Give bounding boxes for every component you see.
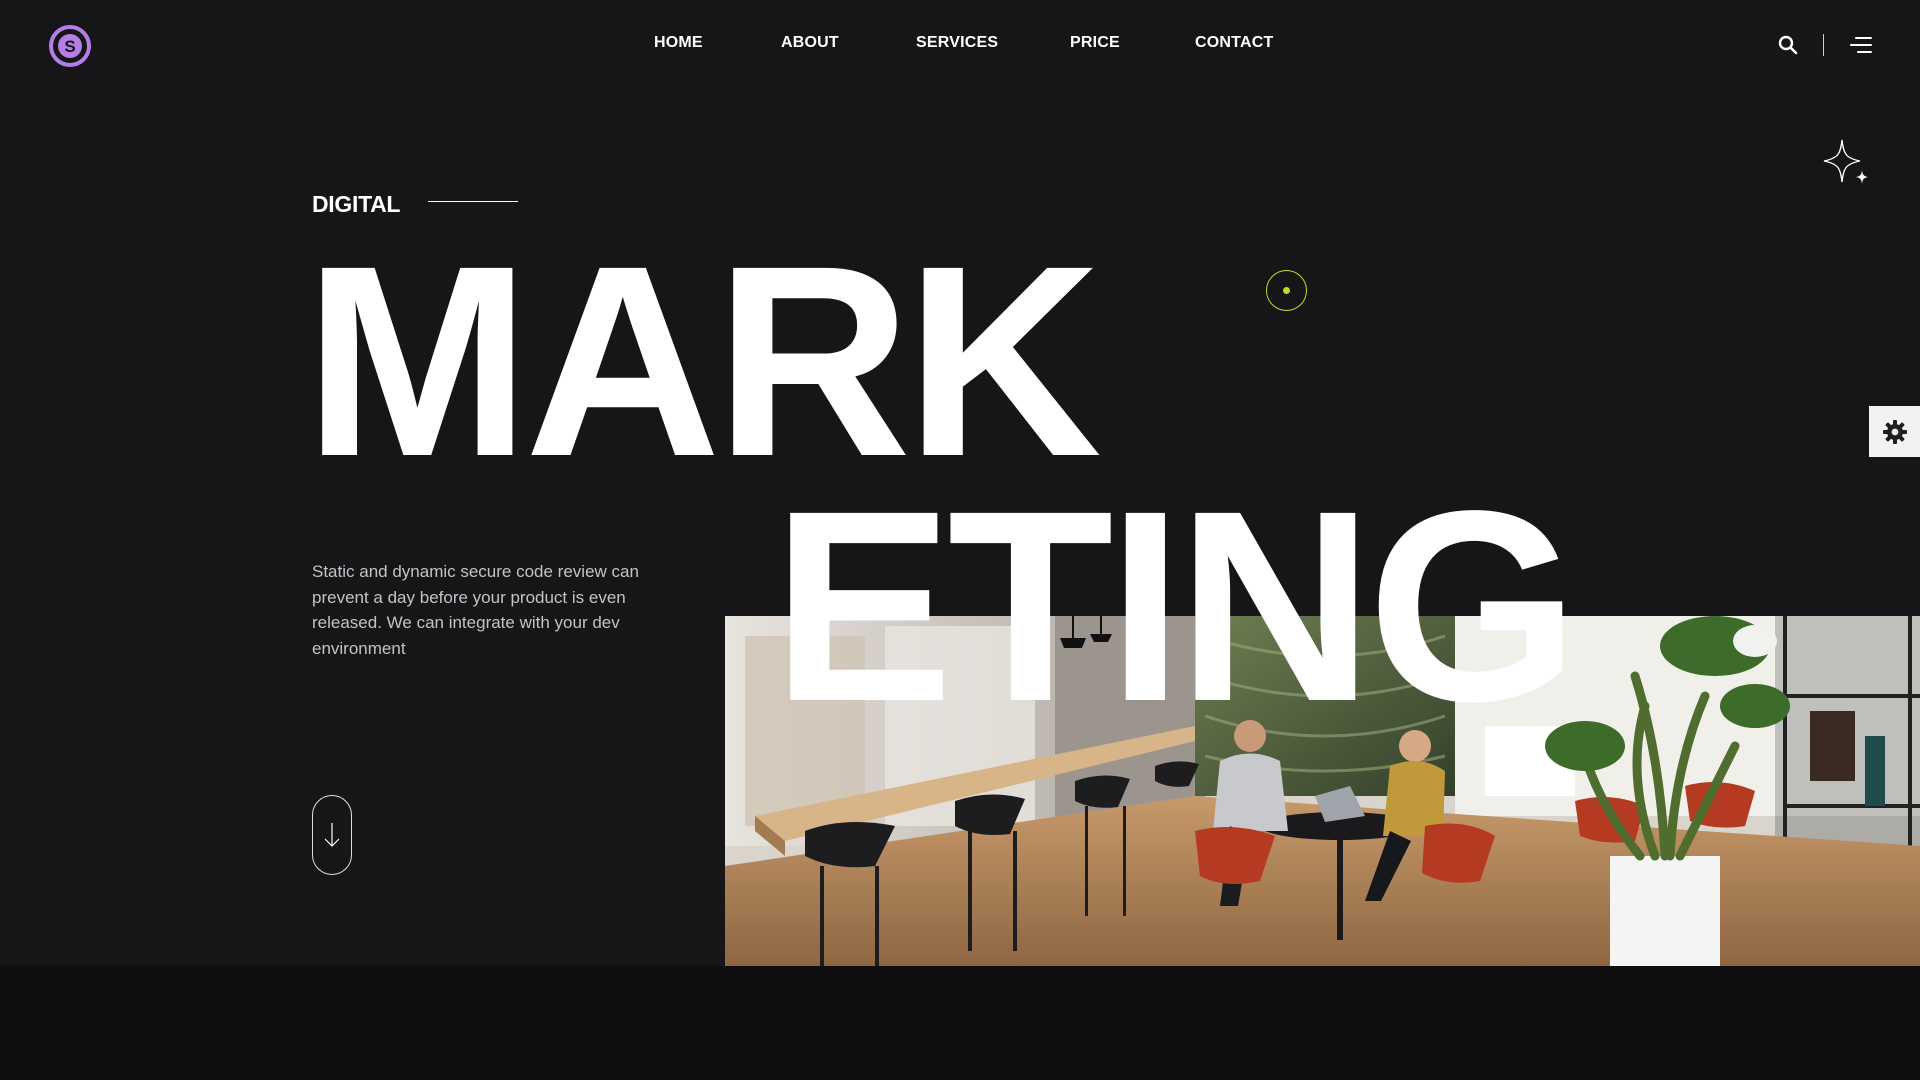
- hero-description: Static and dynamic secure code review ca…: [312, 562, 639, 658]
- arrow-down-icon: [324, 823, 340, 847]
- menu-icon[interactable]: [1848, 32, 1874, 58]
- accent-dot-ring: [1266, 270, 1307, 311]
- settings-button[interactable]: [1869, 406, 1920, 457]
- eyebrow-line: [428, 201, 518, 202]
- nav-home[interactable]: HOME: [654, 34, 703, 52]
- header-divider: [1823, 34, 1824, 56]
- nav-contact[interactable]: CONTACT: [1195, 34, 1273, 52]
- sparkle-icon: [1823, 139, 1868, 184]
- gear-icon: [1882, 419, 1907, 444]
- nav-price[interactable]: PRICE: [1070, 34, 1120, 52]
- hero-section: S HOME ABOUT SERVICES PRICE CONTACT DIGI…: [0, 0, 1920, 966]
- scroll-down-button[interactable]: [312, 795, 352, 875]
- search-icon[interactable]: [1775, 32, 1801, 58]
- headline-line-2: ETING: [772, 454, 1579, 758]
- nav-services[interactable]: SERVICES: [916, 34, 998, 52]
- main-nav: HOME ABOUT SERVICES PRICE CONTACT: [0, 34, 1920, 58]
- nav-about[interactable]: ABOUT: [781, 34, 839, 52]
- header-tools: [1775, 30, 1874, 60]
